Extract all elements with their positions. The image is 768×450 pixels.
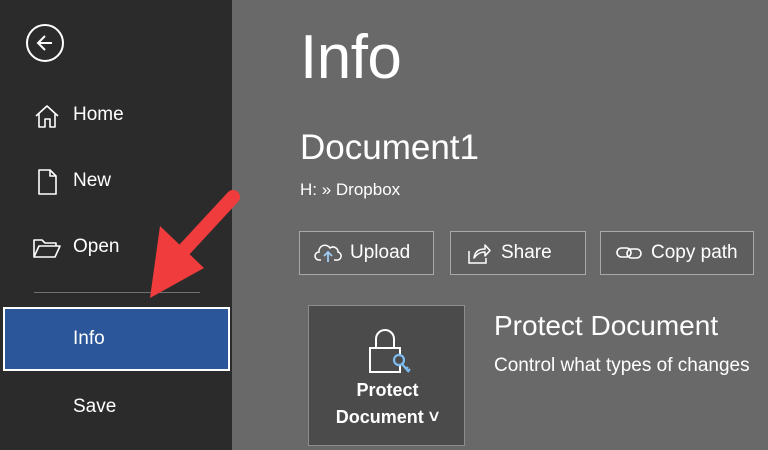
info-pane: Info Document1 H: » Dropbox Upload Share [232, 0, 768, 450]
sidebar-item-label: Open [73, 236, 120, 257]
copy-path-label: Copy path [651, 242, 738, 263]
lock-key-icon [369, 329, 411, 373]
protect-document-heading: Protect Document [494, 310, 719, 341]
sidebar-item-save[interactable]: Save [0, 383, 232, 431]
share-button[interactable]: Share [450, 231, 586, 275]
share-label: Share [501, 242, 552, 263]
page-title: Info [300, 23, 402, 92]
upload-button[interactable]: Upload [299, 231, 434, 275]
protect-tile-label-line2: Document ˅ [335, 407, 440, 427]
copy-path-button[interactable]: Copy path [600, 231, 754, 275]
home-icon [32, 103, 62, 129]
document-path[interactable]: H: » Dropbox [300, 180, 400, 200]
sidebar-divider [34, 292, 200, 293]
link-icon [615, 241, 643, 265]
sidebar-item-open[interactable]: Open [0, 223, 232, 271]
sidebar-item-new[interactable]: New [0, 157, 232, 205]
protect-tile-label-line1: Protect [356, 380, 419, 400]
share-icon [465, 241, 493, 265]
upload-label: Upload [350, 242, 411, 263]
sidebar-item-label: Save [73, 396, 117, 417]
cloud-upload-icon [314, 241, 342, 265]
sidebar-item-info[interactable]: Info [3, 307, 230, 371]
sidebar-item-home[interactable]: Home [0, 91, 232, 139]
sidebar-item-label: New [73, 170, 112, 191]
protect-document-button[interactable]: Protect Document ˅ [308, 305, 465, 446]
sidebar-item-label: Info [73, 328, 105, 349]
sidebar-item-label: Home [73, 104, 124, 125]
document-name: Document1 [300, 128, 479, 167]
arrow-left-icon [36, 35, 52, 51]
backstage-sidebar: Home New Open Info Save [0, 0, 232, 450]
folder-open-icon [32, 235, 62, 261]
protect-document-description: Control what types of changes [494, 355, 750, 376]
back-button[interactable] [26, 24, 64, 62]
new-document-icon [32, 169, 62, 195]
